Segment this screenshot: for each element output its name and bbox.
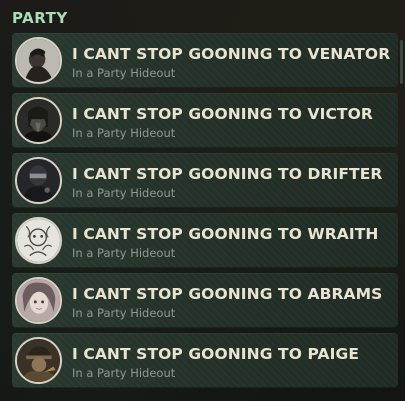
venator-portrait-icon <box>15 37 62 84</box>
member-status: In a Party Hideout <box>72 366 176 380</box>
member-name: I CANT STOP GOONING TO PAIGE <box>72 345 360 363</box>
member-status: In a Party Hideout <box>72 126 176 140</box>
scrollbar[interactable] <box>400 40 403 84</box>
member-name: I CANT STOP GOONING TO WRAITH <box>72 225 379 243</box>
member-name: I CANT STOP GOONING TO VENATOR <box>72 45 391 63</box>
party-member-row[interactable]: I CANT STOP GOONING TO VICTOR In a Party… <box>12 93 398 148</box>
abrams-portrait-icon <box>15 277 62 324</box>
party-member-row[interactable]: I CANT STOP GOONING TO DRIFTER In a Part… <box>12 153 398 208</box>
member-status: In a Party Hideout <box>72 186 176 200</box>
paige-portrait-icon <box>15 337 62 384</box>
member-name: I CANT STOP GOONING TO DRIFTER <box>72 165 383 183</box>
party-member-row[interactable]: I CANT STOP GOONING TO ABRAMS In a Party… <box>12 273 398 328</box>
party-member-row[interactable]: I CANT STOP GOONING TO PAIGE In a Party … <box>12 333 398 388</box>
party-header: PARTY <box>12 9 68 27</box>
member-name: I CANT STOP GOONING TO ABRAMS <box>72 285 383 303</box>
party-member-list: I CANT STOP GOONING TO VENATOR In a Part… <box>12 33 398 393</box>
member-status: In a Party Hideout <box>72 306 176 320</box>
member-status: In a Party Hideout <box>72 246 176 260</box>
wraith-portrait-icon <box>15 217 62 264</box>
victor-portrait-icon <box>15 97 62 144</box>
member-name: I CANT STOP GOONING TO VICTOR <box>72 105 373 123</box>
member-status: In a Party Hideout <box>72 66 176 80</box>
party-member-row[interactable]: I CANT STOP GOONING TO WRAITH In a Party… <box>12 213 398 268</box>
party-panel: PARTY I CANT STOP GOONING TO VENATOR In … <box>0 0 405 401</box>
drifter-portrait-icon <box>15 157 62 204</box>
party-member-row[interactable]: I CANT STOP GOONING TO VENATOR In a Part… <box>12 33 398 88</box>
